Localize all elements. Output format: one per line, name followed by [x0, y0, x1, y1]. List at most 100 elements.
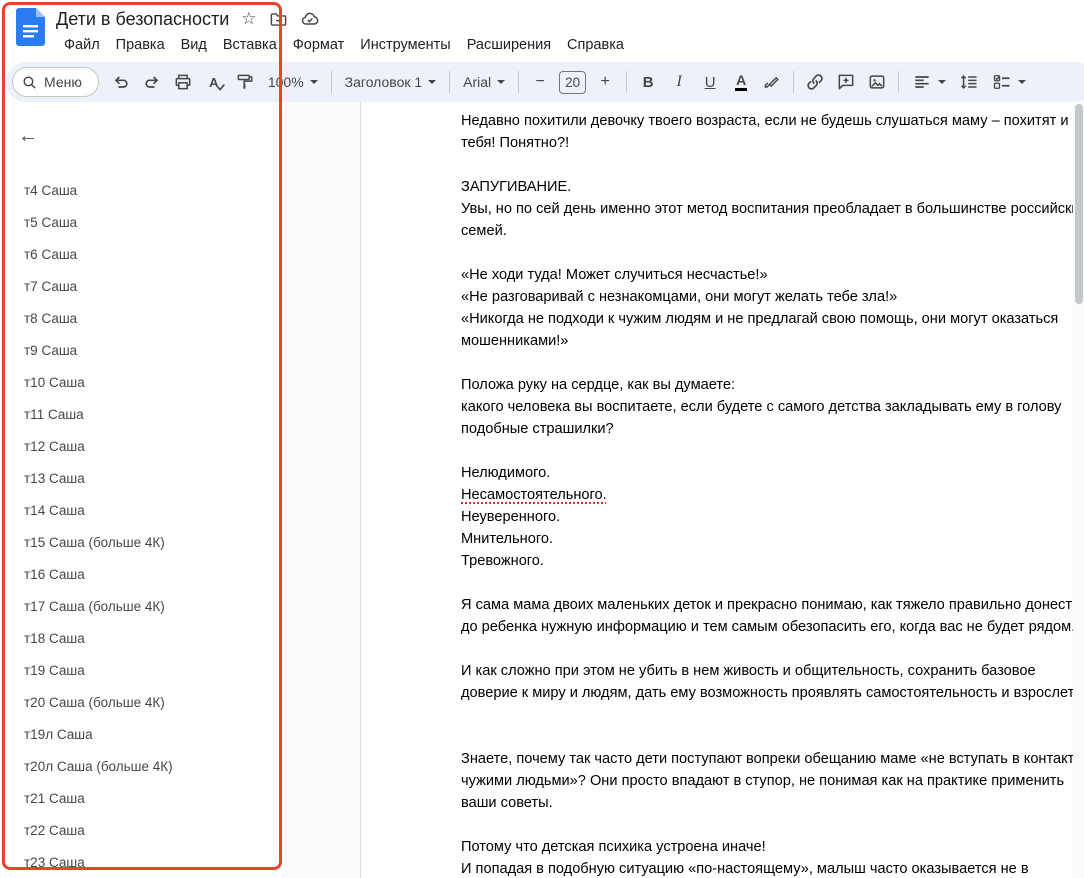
menu-item-4[interactable]: Формат [285, 35, 353, 55]
add-comment-button[interactable] [831, 67, 861, 97]
paragraph[interactable]: И как сложно при этом не убить в нем жив… [461, 660, 1084, 704]
paragraph[interactable]: Недавно похитили девочку твоего возраста… [461, 110, 1084, 154]
menu-item-3[interactable]: Вставка [215, 35, 285, 55]
paragraph[interactable] [461, 440, 1084, 462]
paragraph[interactable]: какого человека вы воспитаете, если буде… [461, 396, 1084, 440]
paragraph[interactable]: «Никогда не подходи к чужим людям и не п… [461, 308, 1084, 352]
paragraph[interactable] [461, 242, 1084, 264]
decrease-font-size-button[interactable]: − [525, 67, 555, 97]
paragraph[interactable]: Положа руку на сердце, как вы думаете: [461, 374, 1084, 396]
zoom-select[interactable]: 100% [261, 67, 325, 97]
checklist-select[interactable] [985, 67, 1033, 97]
doc-tab-item[interactable]: т19 Саша [0, 654, 283, 686]
document-title[interactable]: Дети в безопасности [56, 9, 229, 30]
paragraph[interactable]: Нелюдимого. [461, 462, 1084, 484]
underline-button[interactable]: U [695, 67, 725, 97]
toolbar-divider [330, 71, 332, 93]
cloud-status-icon[interactable] [300, 9, 320, 29]
font-family-select[interactable]: Arial [456, 67, 512, 97]
document-page[interactable]: Недавно похитили девочку твоего возраста… [360, 102, 1084, 878]
doc-tab-item[interactable]: т11 Саша [0, 398, 283, 430]
menu-item-0[interactable]: Файл [56, 35, 108, 55]
doc-tab-item[interactable]: т19л Саша [0, 718, 283, 750]
paragraph[interactable]: Увы, но по сей день именно этот метод во… [461, 198, 1084, 242]
top-bar: Дети в безопасности ☆ Файл Правка Вид Встав… [0, 0, 1084, 60]
paragraph[interactable]: Тревожного. [461, 550, 1084, 572]
doc-tab-item[interactable]: т9 Саша [0, 334, 283, 366]
paragraph[interactable]: И попадая в подобную ситуацию «по-настоя… [461, 858, 1084, 878]
paragraph[interactable]: Несамостоятельного. [461, 484, 1084, 506]
align-select[interactable] [905, 67, 953, 97]
increase-font-size-button[interactable]: + [590, 67, 620, 97]
doc-tab-item[interactable]: т20л Саша (больше 4К) [0, 750, 283, 782]
chevron-down-icon [428, 80, 437, 84]
font-size-input[interactable]: 20 [559, 70, 587, 94]
insert-link-button[interactable] [800, 67, 830, 97]
menu-search-button[interactable]: Меню [12, 67, 99, 97]
print-icon [175, 74, 191, 90]
doc-tab-item[interactable]: т21 Саша [0, 782, 283, 814]
redo-button[interactable] [137, 67, 167, 97]
paragraph[interactable] [461, 814, 1084, 836]
doc-tab-item[interactable]: т5 Саша [0, 206, 283, 238]
paint-format-button[interactable] [230, 67, 260, 97]
doc-tab-item[interactable]: т7 Саша [0, 270, 283, 302]
google-docs-logo[interactable] [10, 6, 50, 60]
menu-item-1[interactable]: Правка [108, 35, 173, 55]
bold-button[interactable]: B [633, 67, 663, 97]
paragraph-style-select[interactable]: Заголовок 1 [338, 67, 444, 97]
vertical-scrollbar [1073, 102, 1084, 878]
paragraph[interactable]: Знаете, почему так часто дети поступают … [461, 748, 1084, 814]
highlight-color-button[interactable] [757, 67, 787, 97]
paragraph[interactable]: «Не ходи туда! Может случиться несчастье… [461, 264, 1084, 286]
paragraph[interactable]: Я сама мама двоих маленьких деток и прек… [461, 594, 1084, 638]
menu-item-5[interactable]: Инструменты [352, 35, 458, 55]
paragraph[interactable]: Мнительного. [461, 528, 1084, 550]
doc-tab-item[interactable]: т12 Саша [0, 430, 283, 462]
doc-tab-item[interactable]: т15 Саша (больше 4К) [0, 526, 283, 558]
spellcheck-button[interactable]: A [199, 67, 229, 97]
paragraph[interactable] [461, 704, 1084, 726]
star-icon[interactable]: ☆ [241, 9, 256, 29]
italic-button[interactable]: I [664, 67, 694, 97]
paragraph[interactable] [461, 638, 1084, 660]
doc-tab-item[interactable]: т10 Саша [0, 366, 283, 398]
line-spacing-button[interactable] [954, 67, 984, 97]
text-color-button[interactable]: A [726, 67, 756, 97]
print-button[interactable] [168, 67, 198, 97]
undo-button[interactable] [106, 67, 136, 97]
paragraph[interactable]: Неуверенного. [461, 506, 1084, 528]
doc-tab-item[interactable]: т23 Саша [0, 846, 283, 878]
paragraph[interactable]: ЗАПУГИВАНИЕ. [461, 176, 1084, 198]
font-family-value: Arial [463, 74, 492, 90]
doc-tab-item[interactable]: т20 Саша (больше 4К) [0, 686, 283, 718]
scrollbar-thumb[interactable] [1075, 104, 1083, 304]
insert-image-button[interactable] [862, 67, 892, 97]
paragraph[interactable] [461, 154, 1084, 176]
paragraph[interactable] [461, 352, 1084, 374]
doc-tab-item[interactable]: т8 Саша [0, 302, 283, 334]
doc-tab-item[interactable]: т17 Саша (больше 4К) [0, 590, 283, 622]
move-to-folder-icon[interactable] [269, 10, 288, 29]
menu-item-7[interactable]: Справка [559, 35, 632, 55]
chevron-down-icon [1018, 80, 1027, 84]
doc-tab-item[interactable]: т18 Саша [0, 622, 283, 654]
undo-icon [114, 76, 128, 88]
doc-tab-item[interactable]: т4 Саша [0, 174, 283, 206]
menu-search-label: Меню [44, 74, 82, 90]
menu-item-2[interactable]: Вид [173, 35, 215, 55]
zoom-value: 100% [267, 74, 304, 90]
doc-tab-item[interactable]: т14 Саша [0, 494, 283, 526]
paragraph[interactable] [461, 726, 1084, 748]
doc-tab-item[interactable]: т22 Саша [0, 814, 283, 846]
paragraph[interactable]: Потому что детская психика устроена инач… [461, 836, 1084, 858]
paragraph[interactable] [461, 572, 1084, 594]
menu-item-6[interactable]: Расширения [459, 35, 559, 55]
paragraph[interactable]: «Не разговаривай с незнакомцами, они мог… [461, 286, 1084, 308]
doc-tab-item[interactable]: т13 Саша [0, 462, 283, 494]
doc-tab-item[interactable]: т16 Саша [0, 558, 283, 590]
doc-tab-item[interactable]: т6 Саша [0, 238, 283, 270]
docs-logo-icon [15, 8, 45, 46]
spellcheck-flagged-word[interactable]: Несамостоятельного. [461, 487, 607, 503]
back-button[interactable]: ← [12, 120, 44, 152]
